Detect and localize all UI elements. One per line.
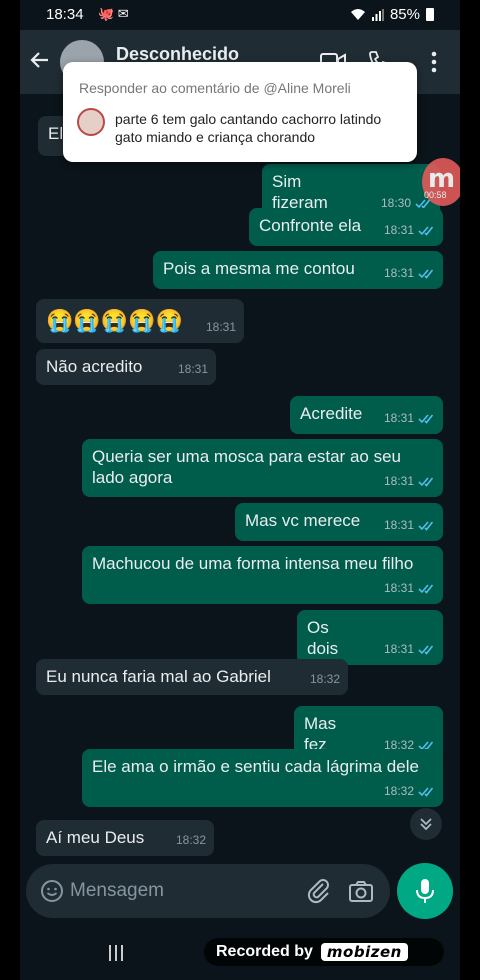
message-text: Machucou de uma forma intensa meu filho xyxy=(92,554,414,573)
recent-apps-icon[interactable] xyxy=(108,944,124,962)
double-check-icon xyxy=(418,414,434,424)
signal-icon xyxy=(371,8,384,21)
scroll-to-bottom-button[interactable] xyxy=(410,808,442,840)
message-time: 18:32 xyxy=(383,784,414,798)
status-right: 85% xyxy=(350,6,434,23)
microphone-icon xyxy=(416,879,434,903)
message-time: 18:32 xyxy=(309,672,340,686)
watermark-text: Recorded by xyxy=(216,943,313,960)
outgoing-message[interactable]: Pois a mesma me contou 18:31 xyxy=(153,251,443,289)
double-check-icon xyxy=(418,477,434,487)
more-options-icon[interactable] xyxy=(422,50,446,74)
outgoing-message[interactable]: Acredite 18:31 xyxy=(290,396,443,434)
message-time: 18:32 xyxy=(175,833,206,847)
message-meta: 18:31 xyxy=(206,317,236,338)
outgoing-message[interactable]: Mas vc merece 18:31 xyxy=(235,503,443,541)
commenter-avatar xyxy=(77,108,105,136)
paperclip-icon[interactable] xyxy=(306,878,332,904)
message-time: 18:31 xyxy=(383,266,414,280)
message-time: 18:31 xyxy=(383,518,414,532)
mobizen-logo: mobizen xyxy=(320,943,408,961)
recording-badge[interactable]: m 00:58 xyxy=(422,158,460,206)
message-meta: 18:31 xyxy=(178,359,208,380)
camera-icon[interactable] xyxy=(348,879,374,903)
double-check-icon xyxy=(418,787,434,797)
recording-watermark: Recorded by mobizen xyxy=(204,938,444,966)
message-time: 18:31 xyxy=(383,581,414,595)
double-check-icon xyxy=(418,226,434,236)
incoming-message[interactable]: 😭😭😭😭😭 18:31 xyxy=(36,299,244,343)
message-meta: 18:31 xyxy=(384,408,435,429)
message-input[interactable] xyxy=(70,876,290,906)
double-check-icon xyxy=(418,584,434,594)
recording-timer: 00:58 xyxy=(424,190,447,200)
message-time: 18:31 xyxy=(205,320,236,334)
message-meta: 18:32 xyxy=(384,781,435,802)
phone-screen: 18:34 🐙 ✉ 85% Desconhecido Ele Sim fizera… xyxy=(20,0,460,980)
outgoing-message[interactable]: Ele ama o irmão e sentiu cada lágrima de… xyxy=(82,749,443,807)
outgoing-message[interactable]: Machucou de uma forma intensa meu filho 1… xyxy=(82,546,443,604)
status-time: 18:34 xyxy=(46,6,84,23)
message-meta: 18:31 xyxy=(384,639,435,660)
message-time: 18:31 xyxy=(177,362,208,376)
back-arrow-icon[interactable] xyxy=(28,48,52,72)
double-chevron-down-icon xyxy=(420,818,432,831)
mic-button[interactable] xyxy=(397,863,453,919)
outgoing-message[interactable]: Queria ser uma mosca para estar ao seu l… xyxy=(82,439,443,497)
message-text: Queria ser uma mosca para estar ao seu l… xyxy=(92,447,401,487)
message-meta: 18:32 xyxy=(176,830,206,851)
wifi-icon xyxy=(350,9,365,20)
incoming-message[interactable]: Não acredito 18:31 xyxy=(36,349,216,385)
double-check-icon xyxy=(418,521,434,531)
message-meta: 18:31 xyxy=(384,515,435,536)
message-time: 18:31 xyxy=(383,223,414,237)
emoji-icon[interactable] xyxy=(40,879,64,903)
comment-text: parte 6 tem galo cantando cachorro latin… xyxy=(115,111,382,145)
message-meta: 18:31 xyxy=(384,220,435,241)
reply-comment-popup: Responder ao comentário de @Aline Moreli… xyxy=(63,62,417,162)
message-time: 18:31 xyxy=(383,474,414,488)
battery-percent: 85% xyxy=(389,6,420,23)
incoming-message[interactable]: Eu nunca faria mal ao Gabriel 18:32 xyxy=(36,659,348,695)
outgoing-message[interactable]: Confronte ela 18:31 xyxy=(249,208,443,246)
battery-icon xyxy=(426,8,434,21)
message-text: Eu nunca faria mal ao Gabriel xyxy=(46,667,271,686)
message-list[interactable]: Ele Sim fizeram 18:30 Confronte ela 18:31 Poi… xyxy=(20,94,460,860)
message-meta: 18:31 xyxy=(384,578,435,599)
message-input-bar xyxy=(26,864,390,918)
outgoing-message[interactable]: Os dois 18:31 xyxy=(297,610,443,665)
double-check-icon xyxy=(418,645,434,655)
message-meta: 18:31 xyxy=(384,263,435,284)
incoming-message[interactable]: Aí meu Deus 18:32 xyxy=(36,820,214,856)
message-time: 18:31 xyxy=(383,411,414,425)
message-time: 18:31 xyxy=(383,642,414,656)
message-meta: 18:32 xyxy=(310,669,340,690)
status-bar: 18:34 🐙 ✉ 85% xyxy=(20,0,460,30)
double-check-icon xyxy=(418,269,434,279)
message-meta: 18:31 xyxy=(384,471,435,492)
reply-title: Responder ao comentário de @Aline Moreli xyxy=(79,80,351,96)
notification-icons: 🐙 ✉ xyxy=(98,6,129,21)
message-text: Ele ama o irmão e sentiu cada lágrima de… xyxy=(92,757,419,776)
